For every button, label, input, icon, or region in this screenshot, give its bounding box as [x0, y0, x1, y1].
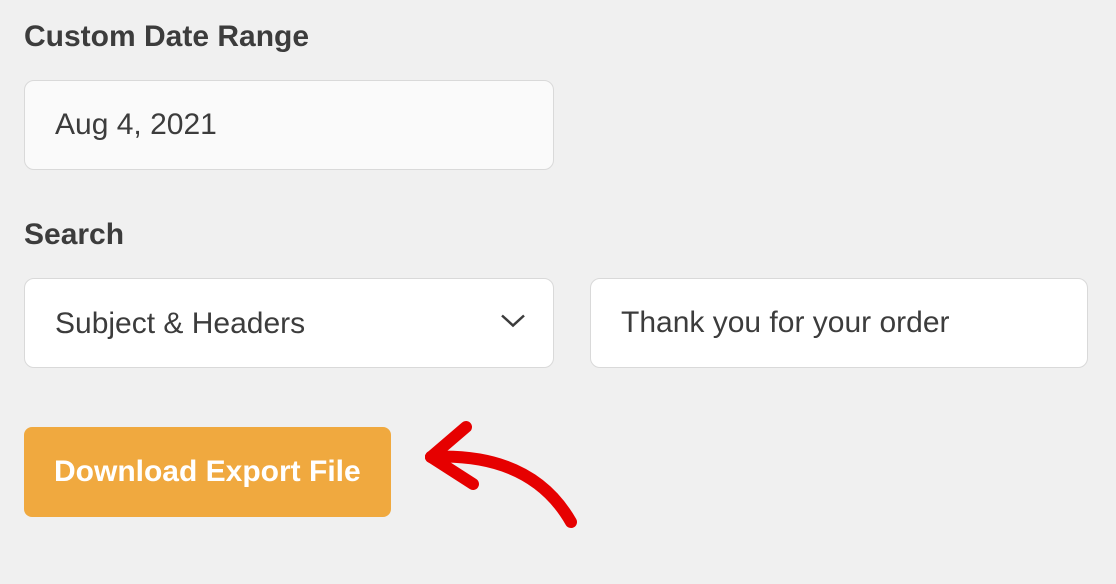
custom-date-range-group: Custom Date Range: [24, 20, 1092, 170]
search-field-select[interactable]: Subject & Headers: [24, 278, 554, 368]
search-field-select-wrapper: Subject & Headers: [24, 278, 554, 368]
search-query-input[interactable]: [590, 278, 1088, 368]
download-row: Download Export File: [24, 412, 1092, 532]
search-label: Search: [24, 218, 1092, 252]
custom-date-range-label: Custom Date Range: [24, 20, 1092, 54]
date-input[interactable]: [24, 80, 554, 170]
download-export-file-button[interactable]: Download Export File: [24, 427, 391, 517]
arrow-annotation-icon: [411, 412, 591, 532]
search-group: Search Subject & Headers: [24, 218, 1092, 368]
search-row: Subject & Headers: [24, 278, 1092, 368]
